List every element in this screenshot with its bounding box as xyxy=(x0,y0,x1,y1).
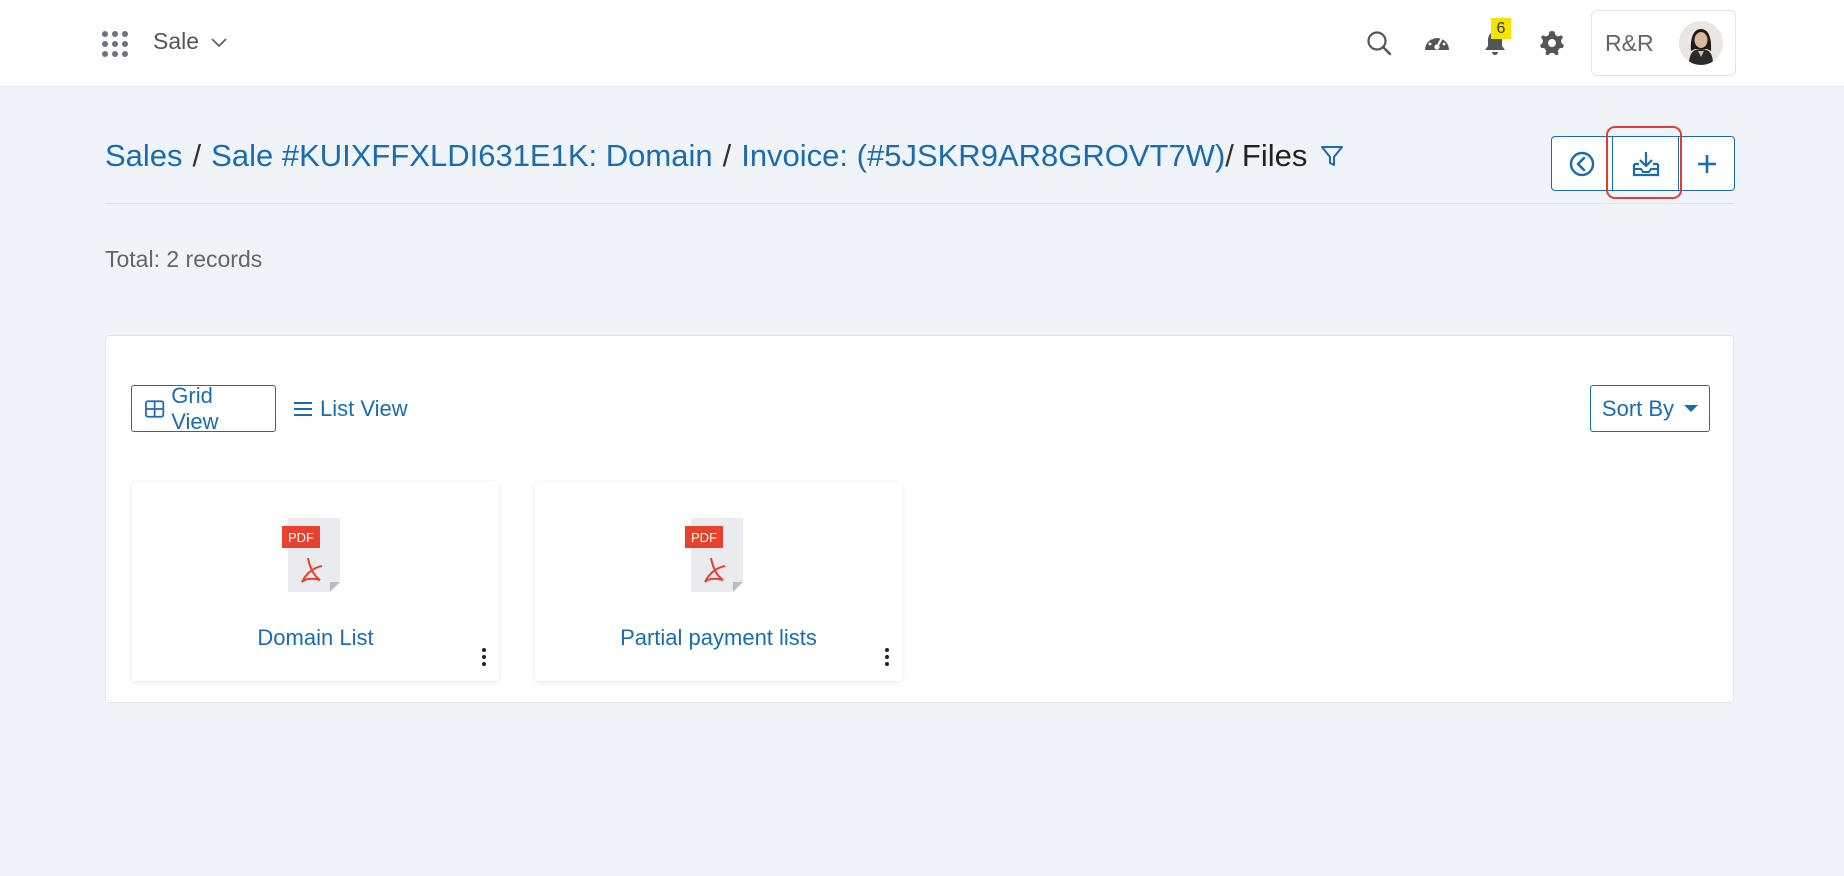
file-card[interactable]: PDF Domain List xyxy=(132,482,499,681)
breadcrumb: Sales / Sale #KUIXFFXLDI631E1K: Domain /… xyxy=(105,138,1345,174)
more-options-icon[interactable] xyxy=(480,648,488,668)
header-divider xyxy=(105,203,1734,204)
user-name: R&R xyxy=(1605,30,1654,56)
app-switcher[interactable]: Sale xyxy=(153,28,229,55)
sort-by-label: Sort By xyxy=(1601,395,1675,421)
user-menu[interactable]: R&R xyxy=(1591,10,1736,76)
dashboard-gauge-icon[interactable] xyxy=(1422,28,1452,58)
pdf-file-icon: PDF xyxy=(282,518,340,592)
download-tray-icon xyxy=(1632,151,1659,176)
filter-icon[interactable] xyxy=(1319,143,1345,169)
file-name[interactable]: Domain List xyxy=(132,625,499,651)
grid-view-label: Grid View xyxy=(171,382,219,434)
more-options-icon[interactable] xyxy=(883,648,891,668)
top-navbar: Sale 6 R&R xyxy=(0,0,1844,87)
plus-icon xyxy=(1697,154,1716,173)
back-circle-icon xyxy=(1569,151,1595,176)
file-card[interactable]: PDF Partial payment lists xyxy=(535,482,902,681)
breadcrumb-separator: / xyxy=(192,138,202,173)
list-view-button[interactable]: List View xyxy=(280,385,420,432)
list-view-label: List View xyxy=(320,395,408,421)
caret-down-icon xyxy=(1684,405,1699,412)
pdf-file-icon: PDF xyxy=(685,518,743,592)
breadcrumb-separator: / xyxy=(722,138,732,173)
add-button[interactable] xyxy=(1679,136,1735,191)
grid-view-button[interactable]: Grid View xyxy=(131,382,276,434)
page-title: Files xyxy=(1241,138,1308,173)
files-panel: Grid View List View Sort By PDF Domain L… xyxy=(105,335,1734,703)
app-switcher-label: Sale xyxy=(153,28,200,54)
pdf-type-label: PDF xyxy=(691,530,717,545)
breadcrumb-link-sale[interactable]: Sale #KUIXFFXLDI631E1K: Domain xyxy=(211,138,712,174)
page-actions xyxy=(1551,136,1735,191)
grid-icon xyxy=(145,399,165,418)
download-button[interactable] xyxy=(1613,136,1679,191)
apps-grid-icon[interactable] xyxy=(102,31,128,57)
breadcrumb-link-invoice[interactable]: Invoice: (#5JSKR9AR8GROVT7W) xyxy=(741,138,1225,174)
notification-count-badge: 6 xyxy=(1491,18,1511,39)
breadcrumb-separator: / xyxy=(1225,138,1234,173)
list-icon xyxy=(294,401,312,416)
file-name[interactable]: Partial payment lists xyxy=(535,625,902,651)
total-records: Total: 2 records xyxy=(105,246,263,272)
avatar xyxy=(1679,21,1723,65)
gear-icon[interactable] xyxy=(1537,28,1567,58)
pdf-type-label: PDF xyxy=(288,530,314,545)
chevron-down-icon xyxy=(211,37,227,47)
sort-by-dropdown[interactable]: Sort By xyxy=(1590,385,1710,432)
breadcrumb-link-sales[interactable]: Sales xyxy=(105,138,183,174)
back-button[interactable] xyxy=(1551,136,1613,191)
search-icon[interactable] xyxy=(1364,28,1394,58)
